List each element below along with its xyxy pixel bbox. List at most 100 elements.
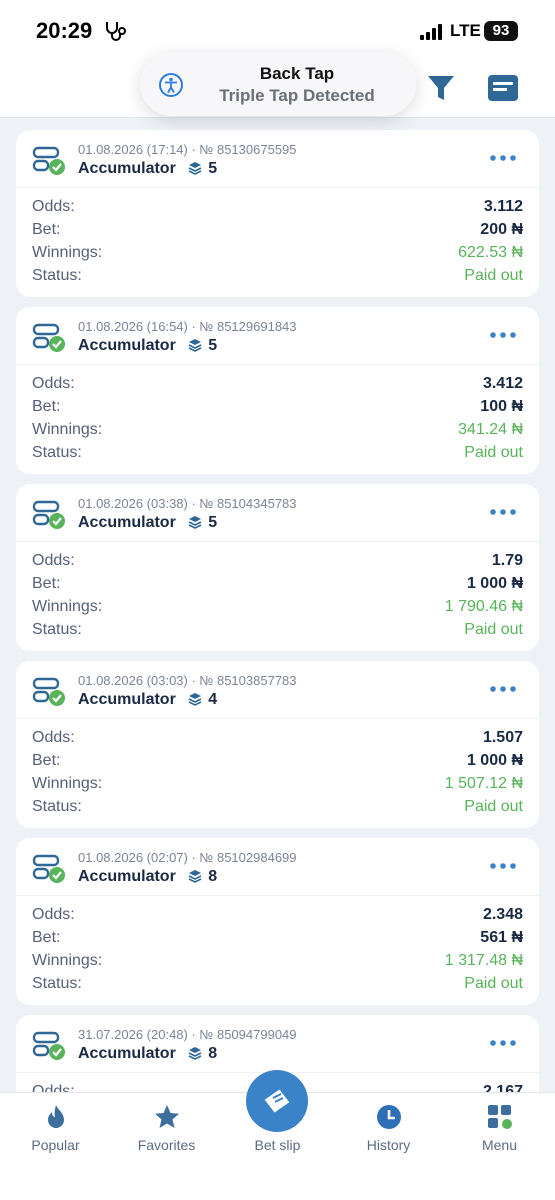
bet-row: Bet: 200 ₦ (32, 221, 523, 243)
winnings-row: Winnings: 341.24 ₦ (32, 421, 523, 443)
bet-title: Accumulator 8 (78, 868, 217, 886)
bet-card[interactable]: 01.08.2026 (16:54) · № 85129691843 Accum… (16, 307, 539, 474)
bet-title: Accumulator 5 (78, 514, 217, 532)
bet-value: 1 000 ₦ (466, 575, 523, 592)
bet-value: 1 000 ₦ (466, 752, 523, 769)
accessibility-icon (159, 73, 183, 97)
nav-popular[interactable]: Popular (0, 1093, 111, 1173)
bet-row: Bet: 561 ₦ (32, 929, 523, 951)
bet-selection-count: 8 (208, 868, 218, 885)
odds-label: Odds: (32, 552, 75, 569)
status-row: Status: Paid out (32, 444, 523, 466)
divider (16, 187, 539, 188)
winnings-label: Winnings: (32, 244, 103, 261)
layers-icon (188, 339, 202, 352)
bet-title: Accumulator 4 (78, 691, 217, 709)
more-options-icon[interactable] (489, 858, 517, 874)
bet-type: Accumulator (78, 337, 176, 354)
bet-label: Bet: (32, 929, 61, 946)
status-value: Paid out (464, 798, 523, 815)
bet-row: Bet: 1 000 ₦ (32, 752, 523, 774)
accumulator-check-icon (32, 146, 65, 175)
more-options-icon[interactable] (489, 681, 517, 697)
bet-selection-count: 4 (208, 691, 218, 708)
bet-selection-count: 8 (208, 1045, 218, 1062)
odds-value: 2.348 (482, 906, 523, 923)
more-options-icon[interactable] (489, 504, 517, 520)
accumulator-check-icon (32, 854, 65, 883)
bet-label: Bet: (32, 752, 61, 769)
nav-history[interactable]: History (333, 1093, 444, 1173)
bet-label: Bet: (32, 221, 61, 238)
status-label: Status: (32, 798, 82, 815)
nav-menu[interactable]: Menu (444, 1093, 555, 1173)
accumulator-check-icon (32, 677, 65, 706)
layers-icon (188, 1047, 202, 1060)
bet-label: Bet: (32, 575, 61, 592)
more-options-icon[interactable] (489, 327, 517, 343)
status-row: Status: Paid out (32, 975, 523, 997)
status-value: Paid out (464, 975, 523, 992)
menu-grid-icon (488, 1105, 512, 1129)
bet-type: Accumulator (78, 868, 176, 885)
bet-type: Accumulator (78, 514, 176, 531)
status-time: 20:29 (36, 18, 93, 43)
odds-row: Odds: 2.348 (32, 906, 523, 928)
nav-favorites-label: Favorites (137, 1137, 196, 1153)
more-options-icon[interactable] (489, 150, 517, 166)
bet-card[interactable]: 01.08.2026 (03:03) · № 85103857783 Accum… (16, 661, 539, 828)
network-label: LTE (450, 21, 481, 40)
odds-label: Odds: (32, 198, 75, 215)
bet-card[interactable]: 01.08.2026 (02:07) · № 85102984699 Accum… (16, 838, 539, 1005)
odds-label: Odds: (32, 729, 75, 746)
odds-row: Odds: 1.79 (32, 552, 523, 574)
ticket-icon (264, 1089, 290, 1113)
winnings-value: 341.24 ₦ (458, 421, 523, 438)
layers-icon (188, 516, 202, 529)
toast-subtitle: Triple Tap Detected (219, 86, 375, 105)
winnings-row: Winnings: 1 317.48 ₦ (32, 952, 523, 974)
divider (16, 718, 539, 719)
divider (16, 364, 539, 365)
status-label: Status: (32, 267, 82, 284)
bet-meta: 01.08.2026 (03:03) · № 85103857783 (78, 673, 297, 688)
winnings-value: 1 790.46 ₦ (444, 598, 523, 615)
bet-card[interactable]: 01.08.2026 (03:38) · № 85104345783 Accum… (16, 484, 539, 651)
bet-meta: 01.08.2026 (03:38) · № 85104345783 (78, 496, 297, 511)
odds-row: Odds: 1.507 (32, 729, 523, 751)
betslip-list-icon[interactable] (486, 72, 520, 104)
signal-icon (420, 24, 442, 40)
layers-icon (188, 870, 202, 883)
battery-indicator: 93 (484, 21, 518, 41)
bet-card[interactable]: 01.08.2026 (17:14) · № 85130675595 Accum… (16, 130, 539, 297)
toast-title: Back Tap (259, 64, 335, 83)
status-row: Status: Paid out (32, 798, 523, 820)
bet-row: Bet: 1 000 ₦ (32, 575, 523, 597)
winnings-label: Winnings: (32, 598, 103, 615)
layers-icon (188, 162, 202, 175)
bet-selection-count: 5 (208, 514, 218, 531)
bet-meta: 01.08.2026 (17:14) · № 85130675595 (78, 142, 297, 157)
bet-title: Accumulator 5 (78, 160, 217, 178)
nav-favorites[interactable]: Favorites (111, 1093, 222, 1173)
odds-row: Odds: 3.412 (32, 375, 523, 397)
filter-icon[interactable] (426, 72, 456, 104)
accumulator-check-icon (32, 500, 65, 529)
bet-title: Accumulator 8 (78, 1045, 217, 1063)
winnings-value: 1 507.12 ₦ (444, 775, 523, 792)
divider (16, 895, 539, 896)
more-options-icon[interactable] (489, 1035, 517, 1051)
betslip-button[interactable] (246, 1070, 308, 1132)
bet-type: Accumulator (78, 1045, 176, 1062)
bet-meta: 31.07.2026 (20:48) · № 85094799049 (78, 1027, 297, 1042)
status-row: Status: Paid out (32, 267, 523, 289)
odds-label: Odds: (32, 906, 75, 923)
star-icon (155, 1105, 179, 1128)
accumulator-check-icon (32, 1031, 65, 1060)
odds-value: 3.112 (483, 198, 523, 215)
bet-row: Bet: 100 ₦ (32, 398, 523, 420)
accumulator-check-icon (32, 323, 65, 352)
bet-value: 100 ₦ (480, 398, 523, 415)
odds-row: Odds: 3.112 (32, 198, 523, 220)
status-label: Status: (32, 975, 82, 992)
